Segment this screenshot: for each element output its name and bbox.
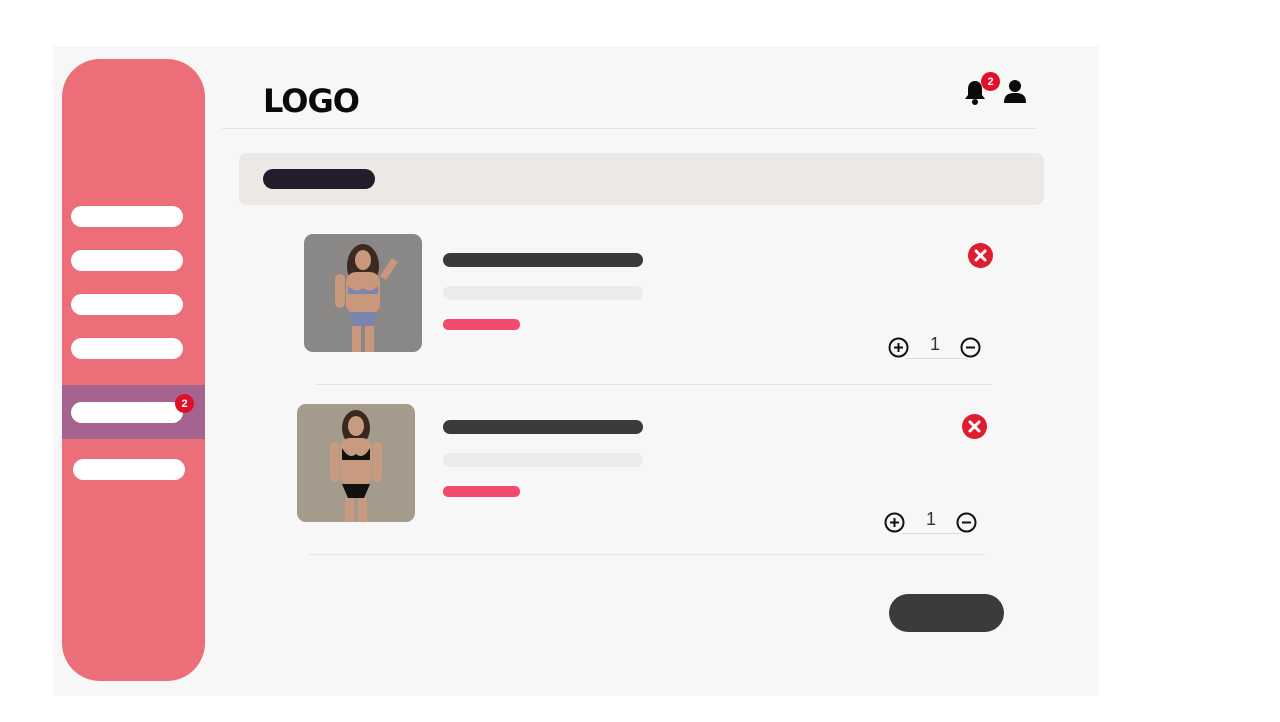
quantity-underline [902,533,962,534]
plus-icon [884,512,905,533]
minus-icon [960,337,981,358]
remove-icon [974,249,987,262]
product-description-placeholder [443,453,643,467]
item-divider [309,554,985,555]
notification-badge: 2 [981,72,1000,91]
product-name-placeholder [443,420,643,434]
quantity-value[interactable]: 1 [920,334,950,355]
sidebar-cart-badge: 2 [175,394,194,413]
product-price-placeholder [443,319,520,330]
product-name-placeholder [443,253,643,267]
quantity-value[interactable]: 1 [916,509,946,530]
sidebar [62,59,205,681]
sidebar-item-2[interactable] [71,250,183,271]
remove-item-button[interactable] [962,414,987,439]
product-image[interactable] [297,404,415,522]
product-price-placeholder [443,486,520,497]
decrease-quantity-button[interactable] [956,512,977,533]
sidebar-item-4[interactable] [71,338,183,359]
plus-icon [888,337,909,358]
decrease-quantity-button[interactable] [960,337,981,358]
sidebar-item-3[interactable] [71,294,183,315]
sidebar-item-1[interactable] [71,206,183,227]
remove-item-button[interactable] [968,243,993,268]
product-image[interactable] [304,234,422,352]
product-description-placeholder [443,286,643,300]
minus-icon [956,512,977,533]
logo: LOGO [263,82,360,120]
quantity-underline [906,358,966,359]
checkout-button[interactable] [889,594,1004,632]
remove-icon [968,420,981,433]
increase-quantity-button[interactable] [884,512,905,533]
header-divider [222,128,1036,129]
user-icon[interactable] [1003,79,1027,103]
sidebar-item-cart[interactable] [71,402,183,423]
increase-quantity-button[interactable] [888,337,909,358]
item-divider [316,384,992,385]
cart-title-placeholder [263,169,375,189]
sidebar-item-6[interactable] [73,459,185,480]
